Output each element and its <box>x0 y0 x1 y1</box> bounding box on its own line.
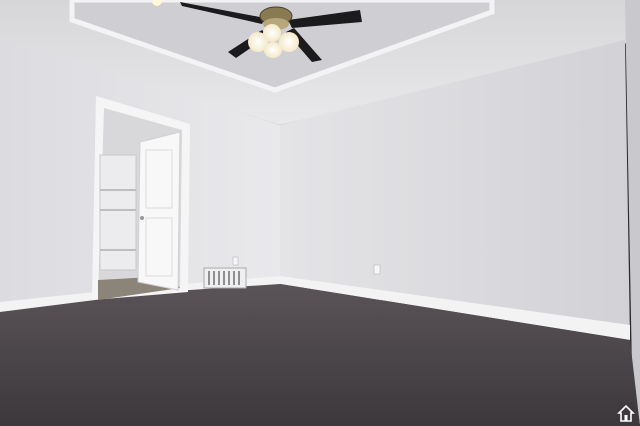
fan-light-bulb <box>279 32 299 52</box>
fan-light-bulb <box>263 24 281 42</box>
fan-light-bulb <box>264 42 282 58</box>
closet-shelving <box>99 154 137 271</box>
room-illustration <box>0 0 640 426</box>
room-photo <box>0 0 640 426</box>
vent-icon <box>203 267 247 289</box>
interior-door <box>137 131 181 291</box>
house-logo-icon <box>617 403 635 423</box>
outlet-icon <box>232 256 239 266</box>
door-knob-icon <box>140 216 144 220</box>
outlet-icon <box>373 264 381 275</box>
